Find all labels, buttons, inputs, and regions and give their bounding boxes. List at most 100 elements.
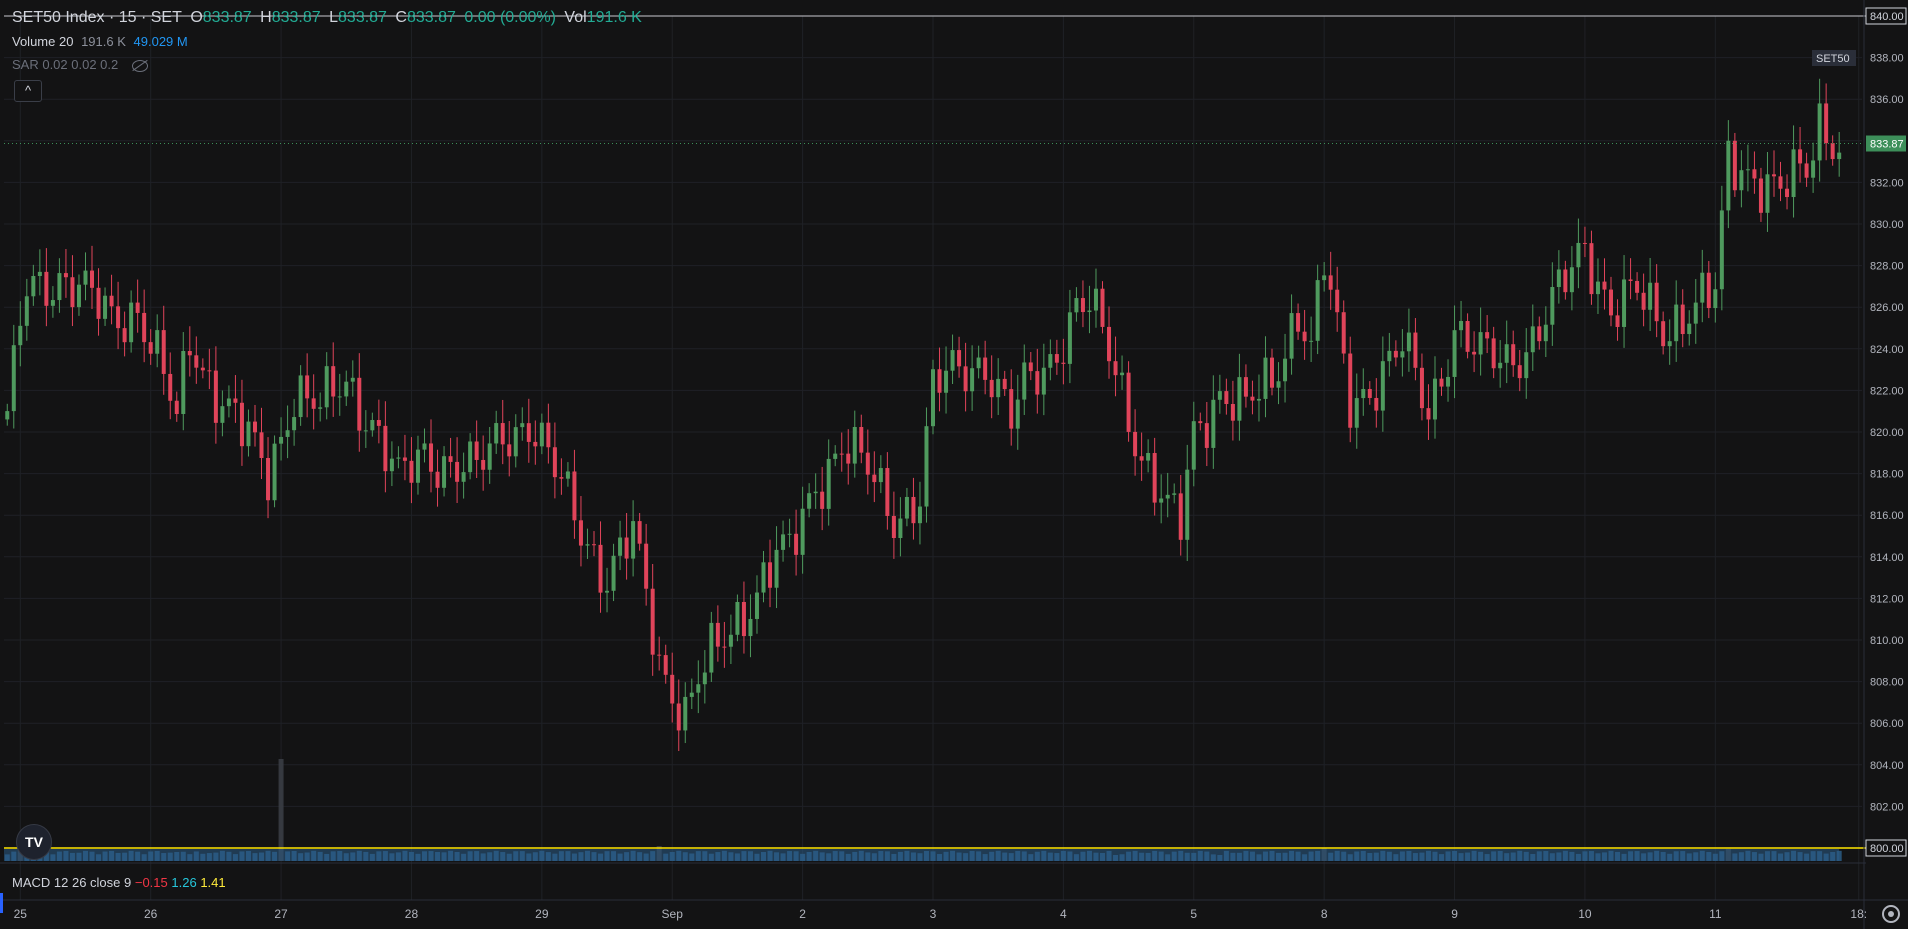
candle-body — [1185, 469, 1190, 540]
candle-body — [754, 592, 759, 619]
candle-body — [376, 420, 381, 426]
candle-body — [1256, 398, 1261, 401]
y-tick-label: 836.00 — [1870, 94, 1904, 106]
candle-body — [116, 306, 121, 329]
candle-body — [1178, 493, 1183, 540]
candle-body — [1341, 312, 1346, 354]
candle-body — [1054, 354, 1059, 363]
candle-body — [513, 427, 518, 457]
candle-body — [402, 457, 407, 461]
candle-body — [422, 443, 427, 450]
candle-body — [1028, 362, 1033, 372]
candle-body — [1465, 321, 1470, 352]
tradingview-logo[interactable]: TV — [16, 824, 52, 860]
candle-body — [1765, 174, 1770, 213]
change-value: 0.00 (0.00%) — [464, 9, 556, 26]
low-value: 833.87 — [338, 9, 387, 26]
candle-body — [1680, 304, 1685, 335]
candle-body — [370, 420, 375, 431]
candle-body — [363, 430, 368, 432]
x-tick-label: 2 — [799, 907, 806, 921]
candle-body — [1380, 361, 1385, 411]
candle-body — [911, 496, 916, 524]
candle-body — [1732, 140, 1737, 191]
candle-body — [429, 443, 434, 472]
x-tick-label: 18: — [1850, 907, 1867, 921]
candle-body — [1406, 332, 1411, 352]
candle-body — [1837, 152, 1842, 160]
candle-body — [409, 460, 414, 483]
candle-body — [1067, 312, 1072, 364]
candle-body — [1139, 456, 1144, 461]
candle-body — [331, 366, 336, 397]
candle-body — [957, 350, 962, 367]
candle-body — [807, 493, 812, 509]
candle-body — [611, 555, 616, 591]
candle-body — [1524, 352, 1529, 379]
candle-body — [455, 461, 460, 482]
candle-body — [1048, 354, 1053, 368]
candle-body — [820, 491, 825, 509]
candle-body — [90, 270, 95, 288]
y-tick-label: 818.00 — [1870, 469, 1904, 481]
axis-value-box-label: 840.00 — [1870, 11, 1904, 23]
candle-body — [1719, 210, 1724, 290]
candle-body — [481, 459, 486, 470]
candle-body — [689, 692, 694, 697]
candle-body — [70, 277, 75, 308]
candle-body — [800, 508, 805, 555]
candle-body — [1635, 280, 1640, 293]
candle-body — [1172, 493, 1177, 495]
candle-body — [931, 369, 935, 427]
collapse-legend-button[interactable]: ^ — [14, 80, 42, 102]
candle-body — [168, 373, 173, 401]
volume-legend[interactable]: Volume 20 191.6 K 49.029 M — [12, 34, 192, 49]
candle-body — [539, 422, 544, 447]
volume-legend-value2: 49.029 M — [133, 34, 188, 49]
candle-body — [1041, 367, 1046, 395]
candle-body — [1354, 398, 1359, 428]
candle-body — [859, 427, 864, 453]
candle-body — [885, 468, 890, 516]
candle-body — [96, 287, 101, 319]
candle-body — [1348, 353, 1353, 428]
candle-body — [500, 423, 505, 445]
candle-body — [1446, 376, 1451, 387]
high-value: 833.87 — [271, 9, 321, 26]
settings-gear-icon[interactable] — [1882, 905, 1900, 923]
x-tick-label: 27 — [274, 907, 288, 921]
candle-body — [57, 273, 62, 301]
x-tick-label: 5 — [1190, 907, 1197, 921]
candle-body — [813, 491, 818, 494]
candle-body — [1726, 140, 1731, 211]
candle-body — [83, 270, 88, 285]
candle-body — [1785, 188, 1790, 198]
series-tag-label: SET50 — [1816, 53, 1850, 65]
volume-bar — [278, 759, 284, 861]
x-tick-label: 26 — [144, 907, 158, 921]
candle-body — [1107, 326, 1112, 362]
candle-body — [415, 449, 420, 483]
candle-body — [904, 496, 909, 519]
candle-body — [468, 441, 473, 473]
candle-body — [1830, 143, 1835, 160]
macd-legend-name: MACD 12 26 close 9 — [12, 875, 132, 890]
sar-legend[interactable]: SAR 0.02 0.02 0.2 — [12, 57, 152, 72]
candle-body — [1752, 169, 1757, 179]
candle-body — [213, 370, 218, 423]
candle-body — [44, 271, 49, 306]
candle-body — [181, 350, 186, 414]
eye-off-icon[interactable] — [131, 59, 148, 72]
candle-body — [5, 411, 10, 420]
macd-legend[interactable]: MACD 12 26 close 9 −0.15 1.26 1.41 — [12, 875, 226, 890]
candle-body — [1400, 351, 1405, 358]
candle-body — [1198, 421, 1203, 424]
symbol-title[interactable]: SET50 Index · 15 · SET — [12, 9, 182, 26]
candle-body — [207, 370, 212, 372]
candle-body — [1087, 310, 1092, 313]
x-tick-label: 4 — [1060, 907, 1067, 921]
candle-body — [155, 330, 160, 354]
y-tick-label: 814.00 — [1870, 552, 1904, 564]
candle-body — [1745, 169, 1750, 171]
chart-svg[interactable]: 840.00838.00836.00834.00832.00830.00828.… — [0, 0, 1908, 929]
